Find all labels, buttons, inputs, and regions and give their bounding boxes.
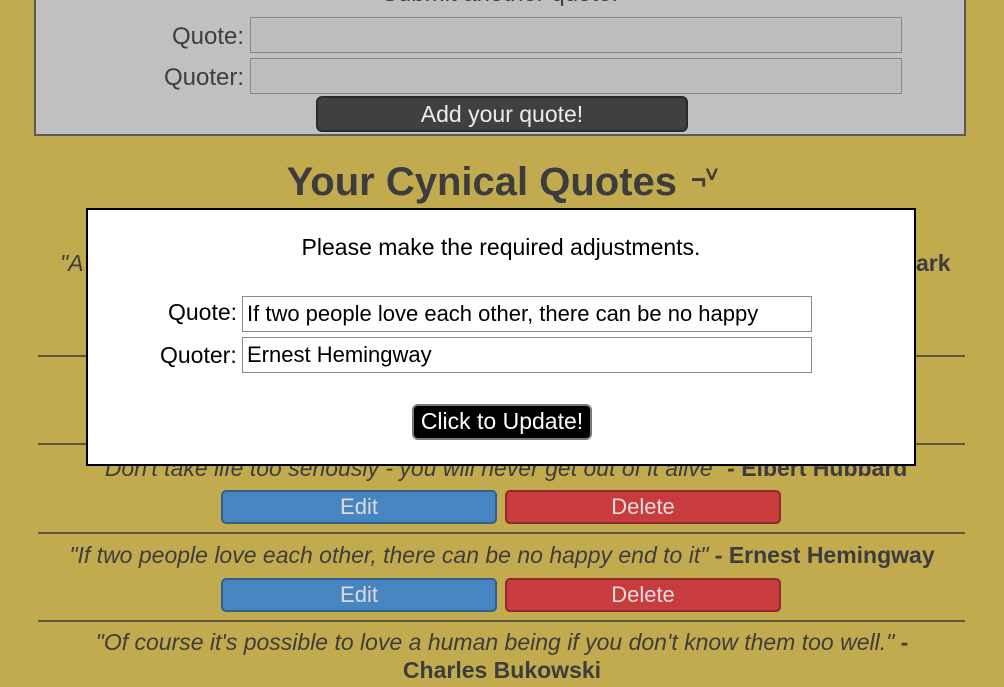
quoter-label: Quoter: [163,64,244,91]
delete-button[interactable]: Delete [505,578,781,612]
submit-quote-panel: Submit another quote: Quote: Quoter: Add… [34,0,966,136]
divider [38,620,965,622]
quote-text-row: "Of course it's possible to love a human… [0,629,1004,656]
quoter-row: Quoter: [36,58,964,94]
edit-quote-modal: Please make the required adjustments. Qu… [86,208,916,466]
add-quote-button[interactable]: Add your quote! [316,96,688,132]
page-title: Your Cynical Quotes ¬ⱽ [0,160,1004,205]
edit-button[interactable]: Edit [221,490,497,524]
hidden-author-fragment: ark [916,250,951,276]
update-button[interactable]: Click to Update! [412,404,592,440]
quoter-input[interactable] [250,58,902,94]
edit-button[interactable]: Edit [221,578,497,612]
quote-text: "If two people love each other, there ca… [69,542,709,568]
quote-text-row: "If two people love each other, there ca… [0,542,1004,569]
modal-title: Please make the required adjustments. [301,234,701,260]
delete-button[interactable]: Delete [505,490,781,524]
divider [38,532,965,534]
quote-author: - Ernest Hemingway [714,542,935,568]
quote-row: Quote: [36,17,964,53]
modal-quoter-input[interactable]: Ernest Hemingway [242,337,812,373]
quote-author: Charles Bukowski [402,657,602,683]
modal-quote-label: Quote: [168,299,238,325]
page-title-text: Your Cynical Quotes [286,160,678,204]
quote-text: "Of course it's possible to love a human… [95,629,895,655]
quote-author-dash: - [900,629,909,655]
quote-label: Quote: [171,23,244,50]
modal-quoter-label: Quoter: [160,342,237,368]
submit-title: Submit another quote: [36,0,964,8]
quote-input[interactable] [250,17,902,53]
hidden-quote-fragment: "A [60,250,84,276]
modal-quote-input[interactable]: If two people love each other, there can… [242,296,812,332]
emoticon-icon: ¬ⱽ [691,164,718,194]
quote-author-row: Charles Bukowski [0,657,1004,684]
